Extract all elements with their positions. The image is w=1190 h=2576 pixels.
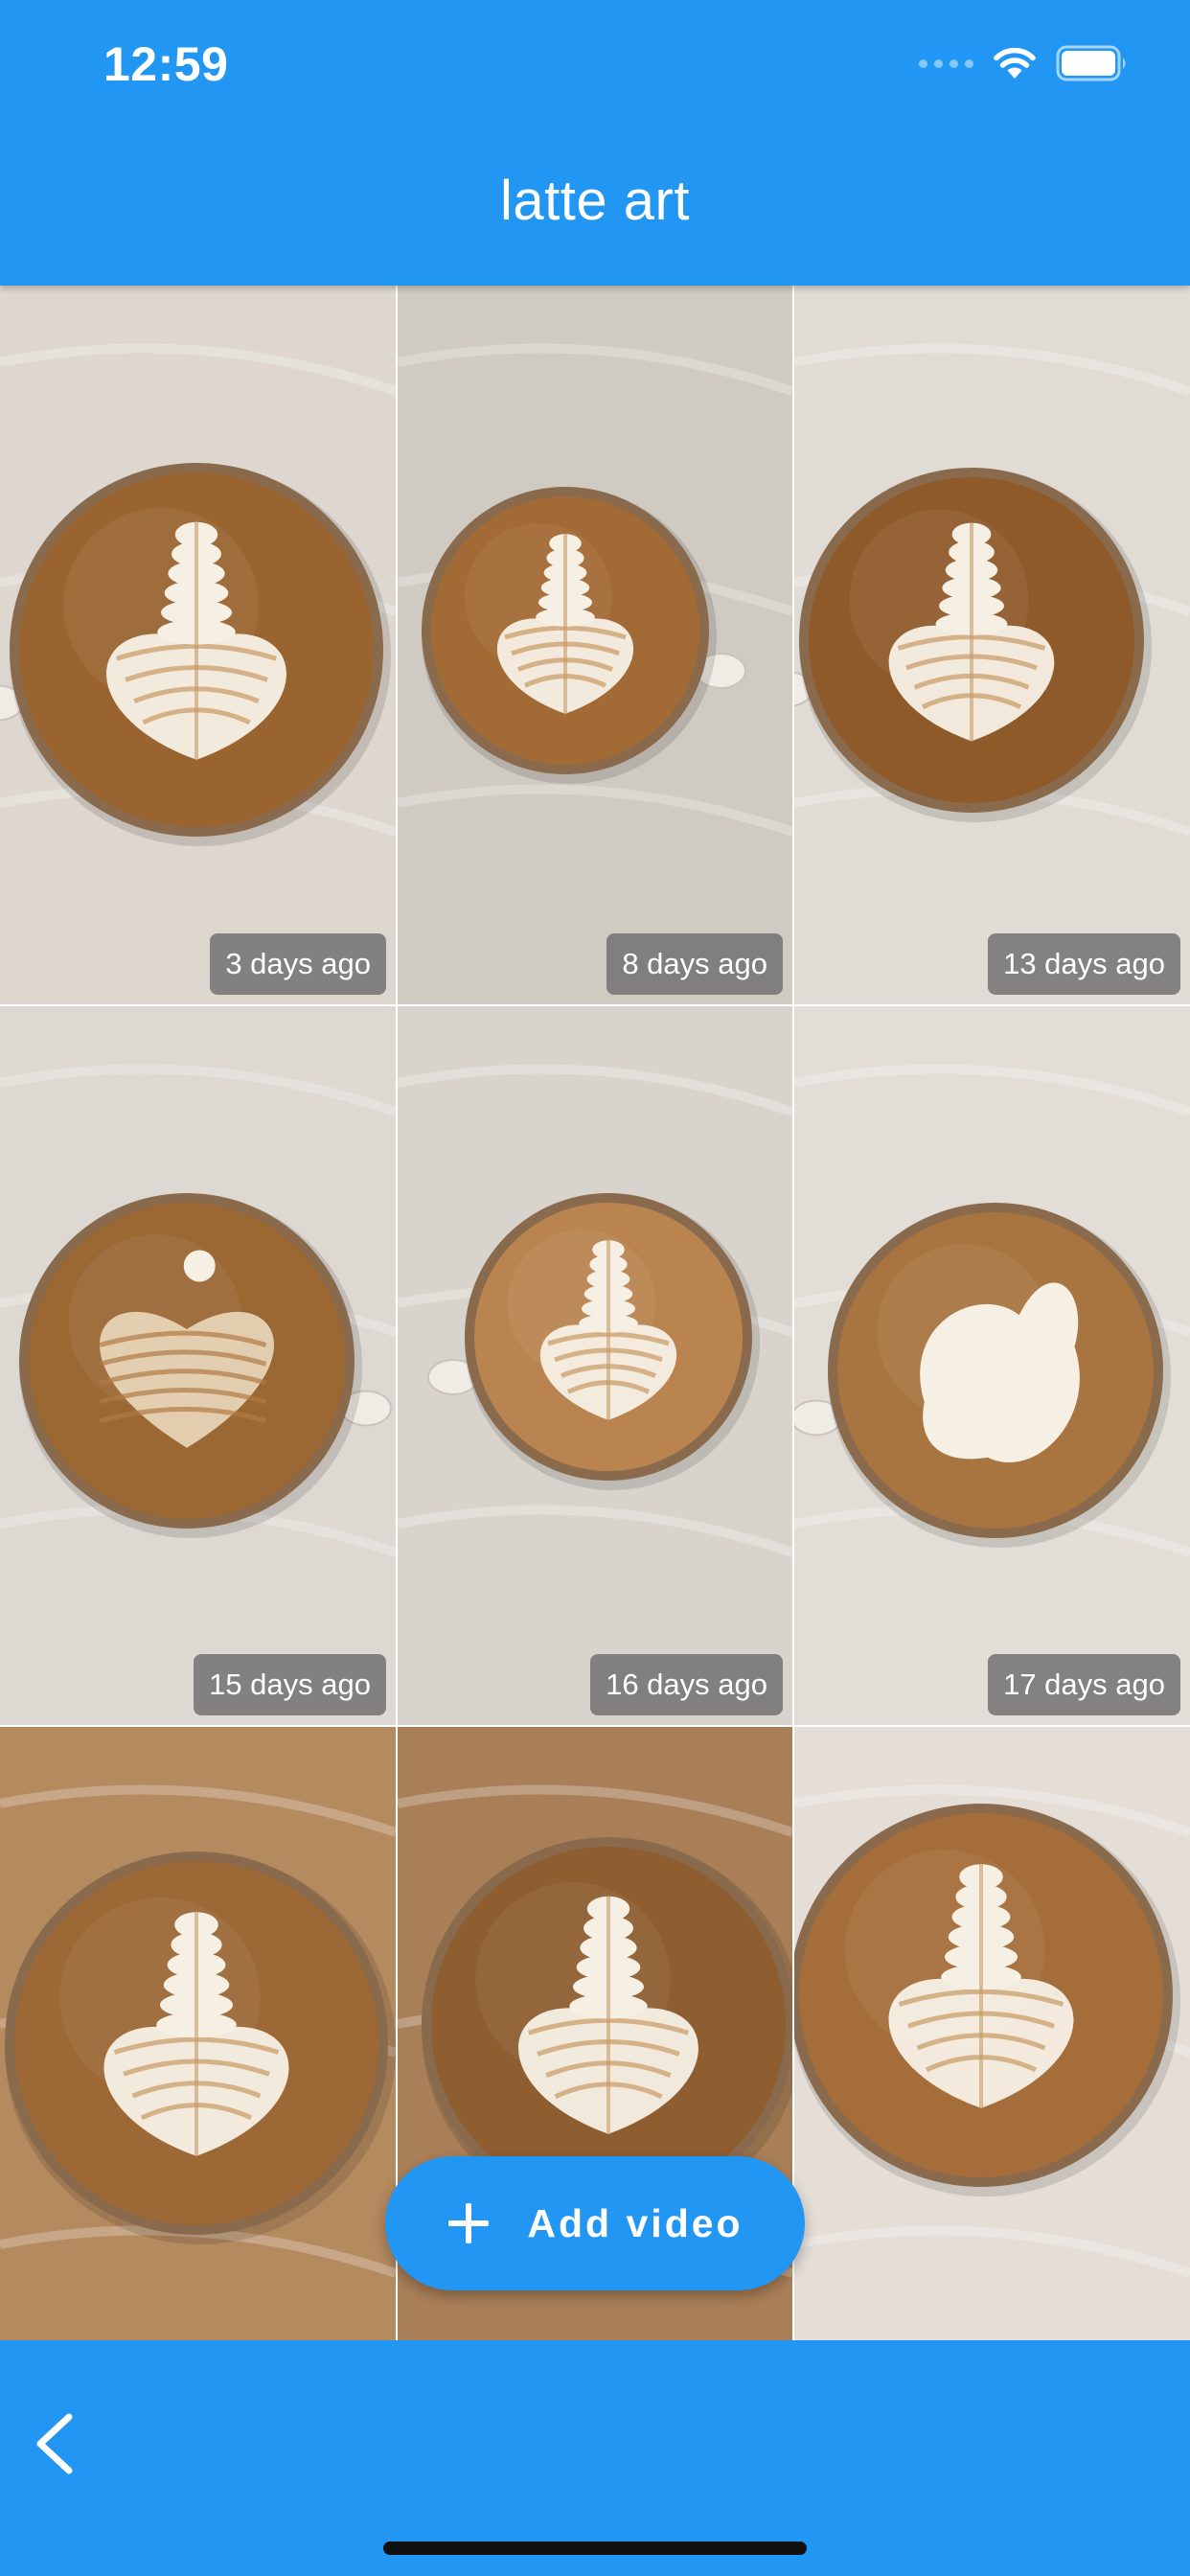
latte-art-photo <box>794 1727 1190 2340</box>
video-grid: 3 days ago 8 days ago 13 days ago 15 days a… <box>0 286 1190 2340</box>
status-icons <box>919 44 1129 82</box>
battery-icon <box>1056 45 1126 81</box>
video-age-badge: 16 days ago <box>590 1654 783 1715</box>
latte-art-photo <box>794 1006 1190 1725</box>
video-age-badge: 15 days ago <box>194 1654 386 1715</box>
video-thumbnail[interactable]: 13 days ago <box>794 286 1190 1004</box>
bottom-bar <box>0 2340 1190 2576</box>
app-screen: 12:59 latte art 3 days ago 8 days ago 13 d… <box>0 0 1190 2576</box>
video-age-badge: 3 days ago <box>210 933 386 995</box>
plus-icon <box>448 2203 490 2243</box>
chevron-left-icon <box>36 2413 73 2474</box>
page-title: latte art <box>500 170 690 232</box>
video-thumbnail[interactable]: 17 days ago <box>794 1006 1190 1725</box>
cellular-signal-icon <box>919 58 973 68</box>
video-thumbnail[interactable] <box>794 1727 1190 2340</box>
wifi-icon <box>994 47 1036 79</box>
home-indicator <box>383 2542 807 2555</box>
status-time: 12:59 <box>103 37 229 91</box>
latte-art-photo <box>0 286 396 1004</box>
add-video-button[interactable]: Add video <box>385 2156 805 2290</box>
latte-art-photo <box>0 1727 396 2340</box>
app-bar: 12:59 latte art <box>0 0 1190 286</box>
video-thumbnail[interactable] <box>0 1727 396 2340</box>
video-age-badge: 13 days ago <box>988 933 1180 995</box>
video-thumbnail[interactable]: 15 days ago <box>0 1006 396 1725</box>
video-age-badge: 17 days ago <box>988 1654 1180 1715</box>
video-age-badge: 8 days ago <box>606 933 783 995</box>
video-thumbnail[interactable]: 3 days ago <box>0 286 396 1004</box>
latte-art-photo <box>794 286 1190 1004</box>
video-thumbnail[interactable]: 8 days ago <box>398 286 792 1004</box>
back-button[interactable] <box>25 2407 86 2480</box>
latte-art-photo <box>0 1006 396 1725</box>
latte-art-photo <box>398 1006 792 1725</box>
latte-art-photo <box>398 286 792 1004</box>
add-video-label: Add video <box>527 2200 744 2245</box>
video-thumbnail[interactable]: 16 days ago <box>398 1006 792 1725</box>
